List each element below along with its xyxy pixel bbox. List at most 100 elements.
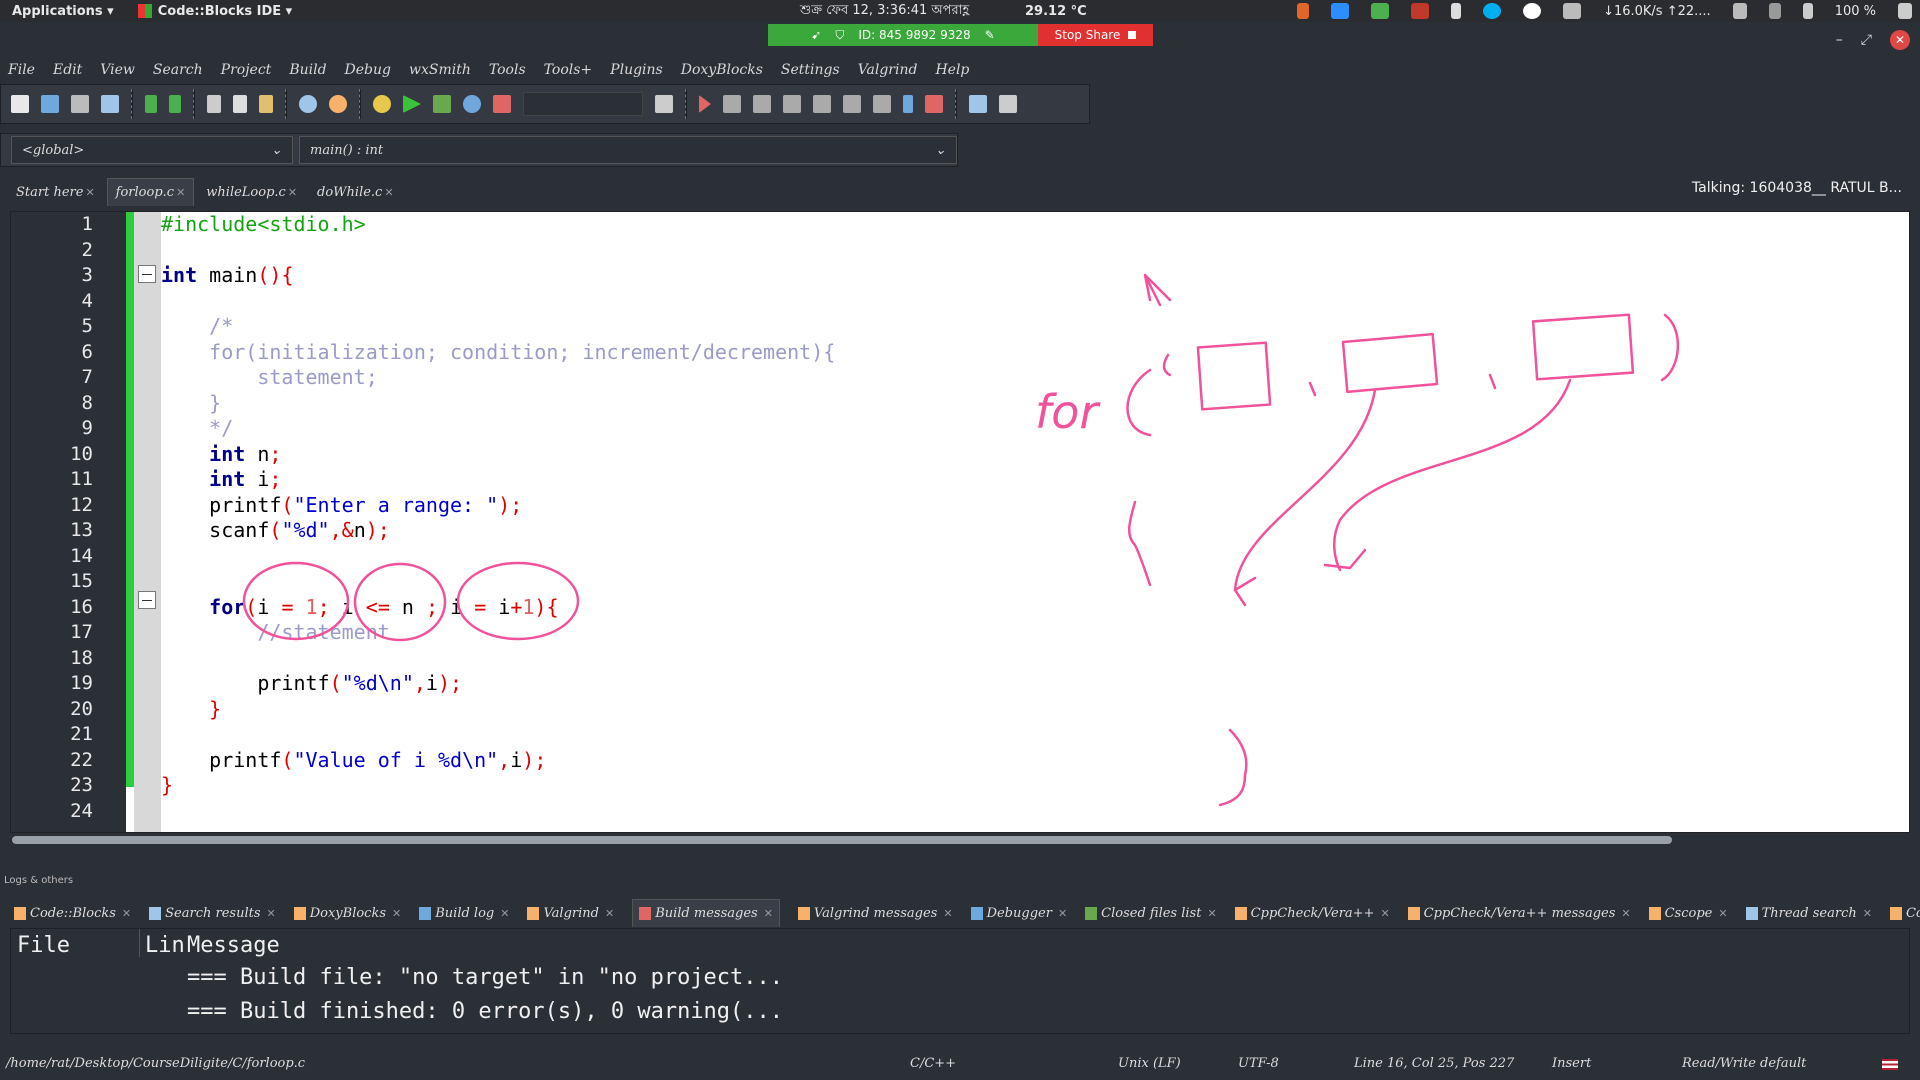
code-line[interactable]: for(initialization; condition; increment… [161, 340, 835, 365]
menu-help[interactable]: Help [935, 62, 969, 78]
log-tab-valgrind[interactable]: Valgrind ✕ [527, 906, 614, 921]
tab-dowhile-c[interactable]: doWhile.c ✕ [309, 179, 402, 206]
cut-icon[interactable] [207, 95, 221, 113]
code-line[interactable]: */ [161, 416, 233, 441]
log-tab-cccc[interactable]: Cccc✕ [1889, 906, 1920, 921]
close-tab-icon[interactable]: ✕ [943, 907, 952, 920]
debug-start-icon[interactable] [699, 95, 711, 113]
find-icon[interactable] [299, 95, 317, 113]
save-all-icon[interactable] [101, 95, 119, 113]
copy-icon[interactable] [233, 95, 247, 113]
step-out-icon[interactable] [813, 95, 831, 113]
active-app-menu[interactable]: Code::Blocks IDE ▾ [137, 4, 292, 19]
code-line[interactable]: printf("Enter a range: "); [161, 493, 522, 518]
flame-icon[interactable] [1297, 3, 1310, 19]
code-line[interactable]: int n; [161, 442, 281, 467]
bluetooth-icon[interactable] [1451, 3, 1462, 19]
close-tab-icon[interactable]: ✕ [267, 907, 276, 920]
fold-toggle-for[interactable] [138, 591, 156, 609]
undo-icon[interactable] [145, 95, 157, 113]
build-target-info-icon[interactable] [655, 95, 673, 113]
code-line[interactable]: statement; [161, 365, 377, 390]
build-icon[interactable] [373, 95, 391, 113]
step-into-icon[interactable] [783, 95, 801, 113]
battery-icon[interactable] [1802, 3, 1813, 19]
replace-icon[interactable] [329, 95, 347, 113]
close-tab-icon[interactable]: ✕ [1621, 907, 1630, 920]
zoom-icon[interactable] [1331, 3, 1350, 19]
code-line[interactable]: scanf("%d",&n); [161, 518, 390, 543]
code-line[interactable]: #include<stdio.h> [161, 212, 366, 237]
close-tab-icon[interactable]: ✕ [384, 186, 393, 199]
close-tab-icon[interactable]: ✕ [764, 907, 773, 920]
indicator-icon[interactable] [1411, 3, 1430, 19]
menu-tools-[interactable]: Tools+ [544, 62, 593, 78]
skype-icon[interactable] [1483, 3, 1502, 19]
shield-icon[interactable] [1371, 3, 1390, 19]
log-tab-cscope[interactable]: Cscope ✕ [1648, 906, 1728, 921]
menu-wxsmith[interactable]: wxSmith [409, 62, 471, 78]
close-tab-icon[interactable]: ✕ [605, 907, 614, 920]
code-line[interactable]: for(i = 1; i <= n ; i = i+1){ [161, 595, 558, 620]
column-file[interactable]: File [17, 933, 70, 958]
log-tab-doxyblocks[interactable]: DoxyBlocks ✕ [293, 906, 401, 921]
new-file-icon[interactable] [11, 95, 29, 113]
maximize-button[interactable]: ⤢ [1861, 32, 1872, 48]
close-tab-icon[interactable]: ✕ [392, 907, 401, 920]
horizontal-scrollbar[interactable] [12, 836, 1672, 844]
close-tab-icon[interactable]: ✕ [122, 907, 131, 920]
code-line[interactable]: printf("%d\n",i); [161, 671, 462, 696]
log-tab-valgrind-messages[interactable]: Valgrind messages ✕ [797, 906, 953, 921]
close-tab-icon[interactable]: ✕ [1207, 907, 1216, 920]
build-messages-list[interactable]: File Lin Message === Build file: "no tar… [10, 928, 1910, 1034]
log-tab-cppcheck-vera-[interactable]: CppCheck/Vera++ ✕ [1234, 906, 1390, 921]
log-row[interactable]: === Build finished: 0 error(s), 0 warnin… [187, 999, 783, 1024]
code-line[interactable]: printf("Value of i %d\n",i); [161, 748, 546, 773]
stop-share-button[interactable]: Stop Share [1038, 24, 1153, 46]
log-tab-debugger[interactable]: Debugger ✕ [970, 906, 1067, 921]
wifi-icon[interactable] [1732, 3, 1747, 19]
run-icon[interactable] [403, 95, 421, 113]
weather-temperature[interactable]: 29.12 °C [1025, 4, 1087, 19]
tab-start-here[interactable]: Start here ✕ [8, 179, 103, 206]
close-tab-icon[interactable]: ✕ [85, 186, 94, 199]
step-into-instruction-icon[interactable] [873, 95, 891, 113]
menu-settings[interactable]: Settings [781, 62, 840, 78]
close-tab-icon[interactable]: ✕ [1058, 907, 1067, 920]
save-icon[interactable] [71, 95, 89, 113]
log-tab-build-messages[interactable]: Build messages ✕ [632, 899, 780, 927]
airplane-icon[interactable] [1768, 3, 1781, 19]
redo-icon[interactable] [169, 95, 181, 113]
timer-icon[interactable] [1523, 3, 1542, 19]
power-icon[interactable] [1898, 3, 1912, 19]
code-line[interactable]: } [161, 697, 221, 722]
menu-view[interactable]: View [100, 62, 135, 78]
next-line-icon[interactable] [753, 95, 771, 113]
mute-icon[interactable]: ✎ [985, 28, 995, 42]
menu-doxyblocks[interactable]: DoxyBlocks [681, 62, 763, 78]
code-editor[interactable]: 1 2 3 4 5 6 7 8 9 10 11 12 13 14 15 16 17 18 19 20 21 22 23 24 … [10, 211, 1910, 833]
debug-info-icon[interactable] [999, 95, 1017, 113]
close-tab-icon[interactable]: ✕ [500, 907, 509, 920]
menu-edit[interactable]: Edit [53, 62, 82, 78]
log-tab-cppcheck-vera-messages[interactable]: CppCheck/Vera++ messages ✕ [1407, 906, 1631, 921]
log-tab-search-results[interactable]: Search results ✕ [149, 906, 276, 921]
build-target-select[interactable] [523, 92, 643, 116]
function-select[interactable]: main() : int ⌄ [299, 136, 957, 164]
code-line[interactable]: } [161, 773, 173, 798]
paste-icon[interactable] [259, 95, 273, 113]
minimize-button[interactable]: – [1836, 32, 1843, 48]
tab-forloop-c[interactable]: forloop.c ✕ [106, 178, 195, 206]
menu-build[interactable]: Build [289, 62, 326, 78]
users-icon[interactable] [1563, 3, 1582, 19]
column-message[interactable]: Message [187, 933, 280, 958]
log-tab-code-blocks[interactable]: Code::Blocks ✕ [14, 906, 131, 921]
fold-toggle-main[interactable] [138, 265, 156, 283]
code-line[interactable]: int i; [161, 467, 281, 492]
network-speed[interactable]: ↓16.0K/s ↑22.... [1603, 4, 1711, 19]
code-line[interactable]: /* [161, 314, 233, 339]
menu-file[interactable]: File [8, 62, 35, 78]
log-tab-build-log[interactable]: Build log ✕ [419, 906, 509, 921]
menu-debug[interactable]: Debug [345, 62, 391, 78]
close-button[interactable]: ✕ [1890, 30, 1910, 50]
